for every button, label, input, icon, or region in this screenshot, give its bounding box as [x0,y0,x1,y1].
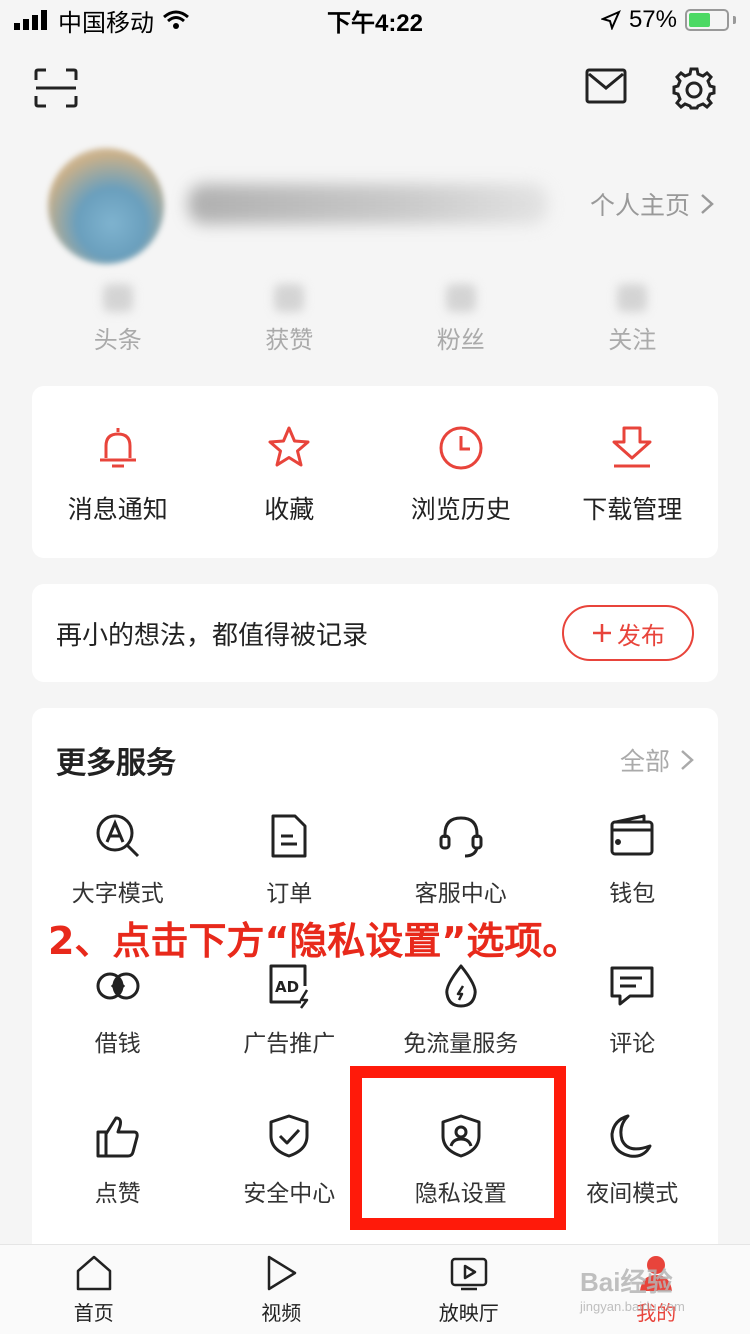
chevron-right-icon [680,749,694,771]
data-free-icon [437,962,485,1010]
stat-label: 获赞 [265,326,314,354]
clock-icon [437,424,485,472]
tv-icon [449,1253,489,1293]
post-prompt-card: 再小的想法，都值得被记录 发布 [32,584,718,682]
service-label: 客服中心 [414,881,507,907]
stat-label: 粉丝 [436,326,485,354]
signal-icon [14,10,50,30]
stats-row: 头条 获赞 粉丝 关注 [32,284,718,355]
stat-following[interactable]: 关注 [547,284,719,355]
stat-likes[interactable]: 获赞 [204,284,376,355]
comment-icon [608,962,656,1010]
stat-fans[interactable]: 粉丝 [375,284,547,355]
quick-item-notifications[interactable]: 消息通知 [32,386,204,558]
service-loan[interactable]: 借钱 [32,962,204,1112]
gear-icon[interactable] [672,66,716,110]
service-label: 钱包 [609,881,656,907]
chevron-right-icon [700,193,714,215]
service-label: 评论 [609,1031,656,1057]
service-label: 免流量服务 [403,1031,519,1057]
homepage-link[interactable]: 个人主页 [590,186,714,222]
plus-icon [591,622,613,644]
service-label: 广告推广 [243,1031,336,1057]
tab-label: 视频 [261,1301,302,1325]
quick-label: 浏览历史 [410,495,511,524]
carrier-label: 中国移动 [58,9,154,37]
service-label: 大字模式 [71,881,164,907]
battery-percent: 57% [628,6,677,33]
svg-text:AD: AD [275,978,299,996]
scan-icon[interactable] [34,68,78,108]
services-all-link[interactable]: 全部 [620,742,694,778]
homepage-label: 个人主页 [589,191,690,220]
services-all-label: 全部 [619,747,670,776]
annotation-text: 2、点击下方“隐私设置”选项。 [48,919,581,963]
home-icon [74,1253,114,1293]
watermark-sub: jingyan.baidu.com [580,1299,685,1314]
watermark-main: Bai经验 [580,1267,673,1297]
bell-icon [94,424,142,472]
avatar[interactable] [48,148,164,264]
service-night-mode[interactable]: 夜间模式 [547,1112,719,1262]
tab-theater[interactable]: 放映厅 [375,1245,563,1334]
service-likes[interactable]: 点赞 [32,1112,204,1262]
stat-headlines[interactable]: 头条 [32,284,204,355]
services-title: 更多服务 [56,746,176,781]
service-comments[interactable]: 评论 [547,962,719,1112]
tab-label: 放映厅 [438,1301,499,1325]
baidu-watermark: Bai经验 jingyan.baidu.com [580,1262,685,1314]
service-label: 点赞 [94,1181,141,1207]
battery-icon [685,9,736,31]
download-icon [608,424,656,472]
stat-label: 头条 [93,326,142,354]
large-font-icon [94,812,142,860]
star-icon [265,424,313,472]
quick-actions-card: 消息通知 收藏 浏览历史 下载管理 [32,386,718,558]
quick-label: 下载管理 [582,495,683,524]
security-shield-icon [265,1112,313,1160]
mail-icon[interactable] [585,68,627,104]
quick-item-favorites[interactable]: 收藏 [204,386,376,558]
service-label: 借钱 [94,1031,141,1057]
annotation-highlight-box [350,1066,566,1230]
ad-icon: AD [265,962,313,1010]
service-label: 安全中心 [243,1181,336,1207]
loan-icon [94,962,142,1010]
service-label: 订单 [266,881,313,907]
post-prompt-text: 再小的想法，都值得被记录 [56,620,369,651]
status-bar: 中国移动 下午4:22 57% [0,0,750,40]
service-label: 夜间模式 [586,1181,679,1207]
stat-value-blurred [274,284,305,312]
order-icon [265,812,313,860]
publish-button[interactable]: 发布 [562,605,694,661]
username-blurred [188,184,548,224]
tab-video[interactable]: 视频 [188,1245,376,1334]
publish-label: 发布 [617,621,665,650]
stat-value-blurred [102,284,133,312]
thumbs-up-icon [94,1112,142,1160]
stat-label: 关注 [608,326,657,354]
wallet-icon [608,812,656,860]
quick-item-downloads[interactable]: 下载管理 [547,386,719,558]
headset-icon [437,812,485,860]
quick-label: 消息通知 [67,495,168,524]
stat-value-blurred [445,284,476,312]
profile-header[interactable]: 个人主页 [48,148,718,264]
location-arrow-icon [600,10,621,30]
play-icon [261,1253,301,1293]
tab-home[interactable]: 首页 [0,1245,188,1334]
tab-label: 首页 [73,1301,114,1325]
moon-icon [608,1112,656,1160]
quick-label: 收藏 [264,495,315,524]
stat-value-blurred [617,284,648,312]
wifi-icon [162,10,190,30]
quick-item-history[interactable]: 浏览历史 [375,386,547,558]
